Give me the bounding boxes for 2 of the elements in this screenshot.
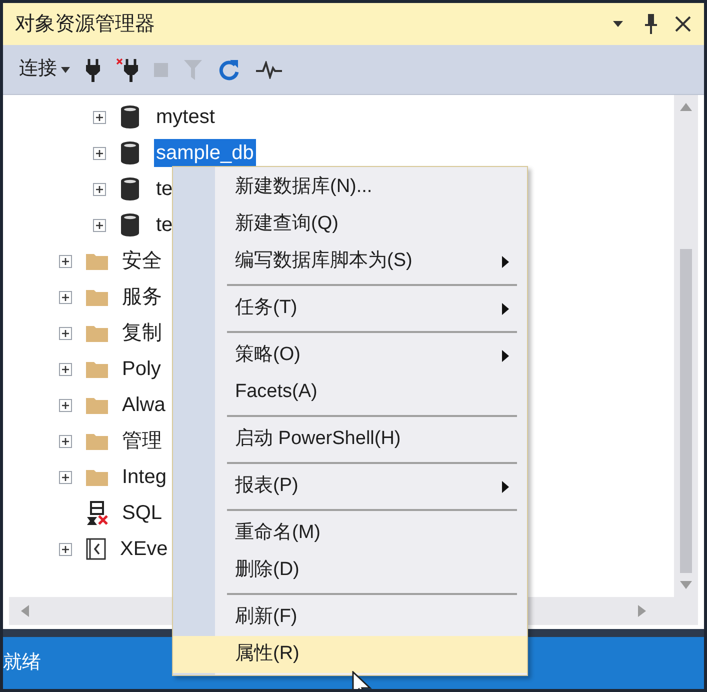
- window-title: 对象资源管理器: [15, 12, 156, 37]
- status-text: 就绪: [3, 650, 41, 675]
